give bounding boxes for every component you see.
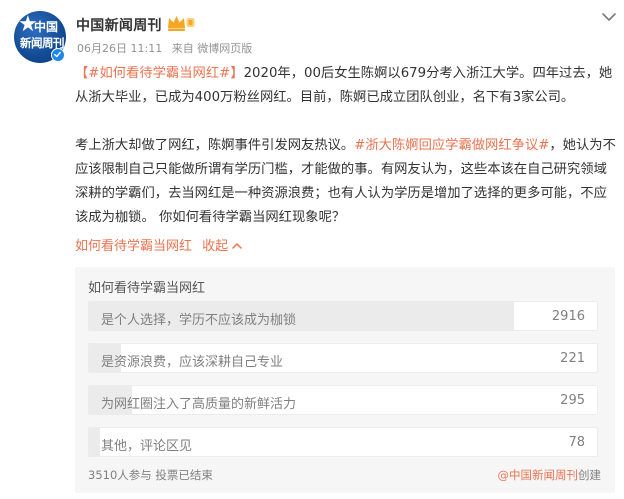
post-meta: 06月26日 11:11 来自 微博网页版: [77, 40, 258, 56]
topic-link-row: 如何看待学霸当网红 收起: [75, 235, 243, 254]
collapse-button[interactable]: 收起: [202, 239, 243, 254]
poll-option-label: 是资源浪费，应该深耕自己专业: [101, 355, 284, 370]
post-paragraph-1: 【#如何看待学霸当网红#】2020年，00后女生陈婀以679分考入浙江大学。四年…: [75, 62, 620, 110]
poll-option-count: 221: [560, 351, 585, 366]
chevron-down-icon[interactable]: [601, 8, 617, 21]
poll-option-count: 78: [568, 435, 585, 450]
topic-tag[interactable]: 【#如何看待学霸当网红#】: [75, 66, 244, 81]
poll-option-label: 为网红圈注入了高质量的新鲜活力: [101, 397, 297, 412]
paragraph-text: 考上浙大却做了网红，陈婀事件引发网友热议。: [75, 138, 355, 153]
poll-option-count: 2916: [551, 309, 585, 324]
creator-suffix: 创建: [578, 468, 601, 482]
crown-vip-icon[interactable]: [166, 13, 196, 33]
verified-badge-icon: [51, 48, 65, 62]
poll-option-bar: [89, 428, 101, 456]
poll-footer: 3510人参与 投票已结束: [88, 468, 213, 482]
poll-option[interactable]: 其他，评论区见 78: [88, 427, 598, 457]
creator-handle-link[interactable]: @中国新闻周刊: [498, 468, 579, 482]
poll-creator: @中国新闻周刊创建: [498, 467, 602, 483]
topic-tag[interactable]: #浙大陈婀回应学霸做网红争议#: [354, 138, 549, 153]
poll-option-count: 295: [560, 393, 585, 408]
poll-option-label: 其他，评论区见: [101, 439, 193, 454]
poll-option[interactable]: 是资源浪费，应该深耕自己专业 221: [88, 343, 598, 373]
author-name[interactable]: 中国新闻周刊: [76, 15, 162, 35]
poll-title: 如何看待学霸当网红: [88, 281, 206, 296]
post-source: 来自 微博网页版: [171, 42, 253, 55]
post-paragraph-2: 考上浙大却做了网红，陈婀事件引发网友热议。#浙大陈婀回应学霸做网红争议#，她认为…: [75, 134, 620, 230]
poll-card: 如何看待学霸当网红 是个人选择，学历不应该成为枷锁 2916 是资源浪费，应该深…: [75, 267, 615, 493]
poll-option[interactable]: 为网红圈注入了高质量的新鲜活力 295: [88, 385, 598, 415]
post-date[interactable]: 06月26日 11:11: [77, 42, 162, 55]
collapse-label: 收起: [202, 239, 229, 254]
poll-option-label: 是个人选择，学历不应该成为枷锁: [101, 313, 297, 328]
poll-option[interactable]: 是个人选择，学历不应该成为枷锁 2916: [88, 301, 598, 331]
avatar-text-top: 中国: [34, 20, 59, 34]
topic-link[interactable]: 如何看待学霸当网红: [75, 239, 192, 254]
chevron-up-icon: [232, 242, 243, 249]
